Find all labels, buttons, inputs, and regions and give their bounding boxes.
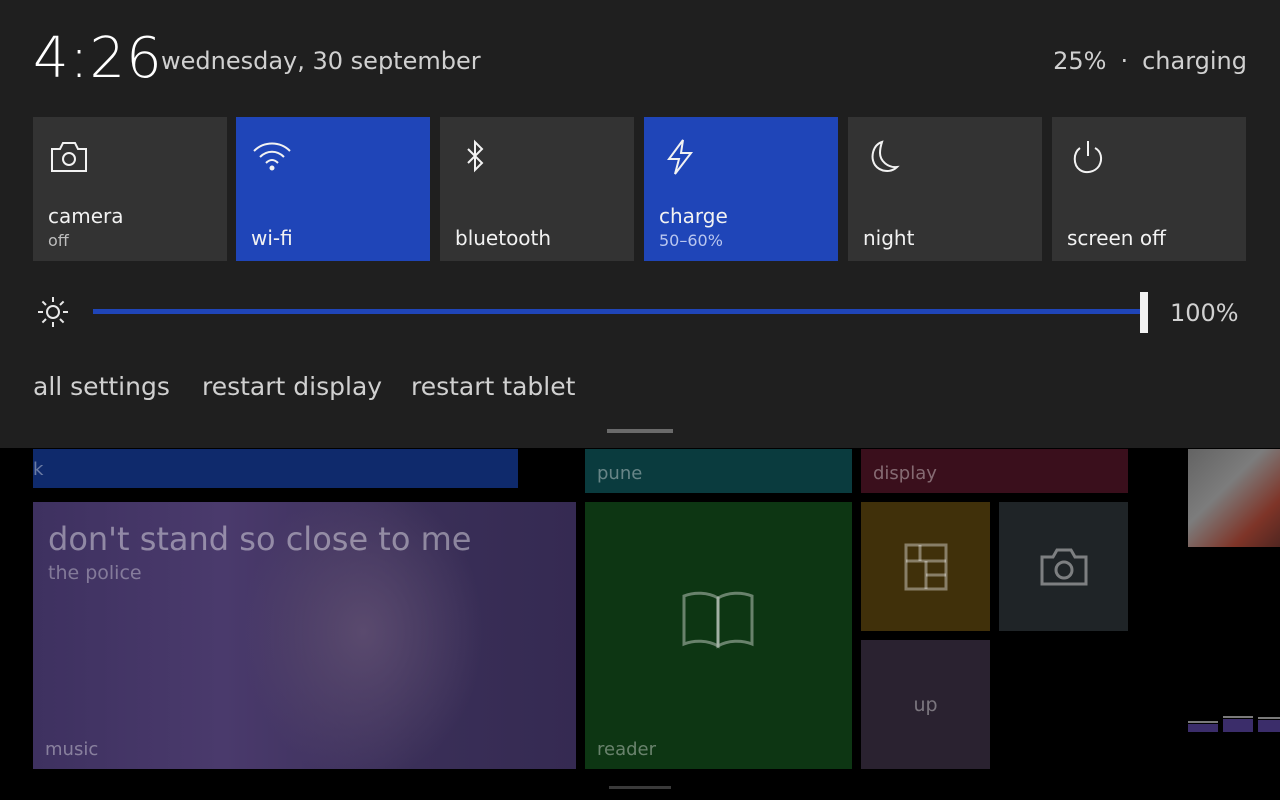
lightning-icon [667, 139, 694, 175]
tile-music[interactable]: don't stand so close to me the police mu… [33, 502, 576, 769]
wifi-icon [253, 142, 291, 171]
quick-action-night[interactable]: night [848, 117, 1042, 261]
power-icon [1073, 141, 1103, 174]
quick-action-camera-label: camera [48, 204, 124, 228]
music-track-title: don't stand so close to me [48, 520, 472, 558]
date: wednesday, 30 september [161, 47, 481, 75]
brightness-value: 100% [1170, 299, 1239, 327]
tile-display[interactable]: display [861, 449, 1128, 493]
tile-music-label: music [45, 739, 99, 760]
brightness-slider-track[interactable] [93, 309, 1143, 314]
bottom-handle [609, 786, 671, 789]
quick-action-bluetooth[interactable]: bluetooth [440, 117, 634, 261]
book-icon [682, 591, 754, 649]
tile-photo[interactable] [1188, 449, 1280, 547]
action-center-panel: 4:26 wednesday, 30 september 25% · chargin… [0, 0, 1280, 448]
moon-icon [871, 140, 900, 172]
quick-action-wifi-label: wi-fi [251, 226, 293, 250]
equalizer-bar [1188, 721, 1218, 732]
layout-icon [904, 543, 947, 590]
equalizer-bar [1223, 716, 1253, 732]
restart-display-link[interactable]: restart display [202, 372, 382, 401]
tile-pune-label: pune [597, 463, 643, 484]
battery-status: 25% · charging [1053, 47, 1247, 75]
quick-action-camera-status: off [48, 231, 69, 250]
bluetooth-icon [467, 139, 484, 173]
quick-action-screen-off-label: screen off [1067, 226, 1166, 250]
camera-icon [1040, 548, 1087, 585]
camera-icon [51, 142, 87, 172]
tile-up-label: up [913, 694, 938, 716]
quick-action-camera[interactable]: camera off [33, 117, 227, 261]
quick-action-wifi[interactable]: wi-fi [236, 117, 430, 261]
tile-layout[interactable] [861, 502, 990, 631]
quick-action-screen-off[interactable]: screen off [1052, 117, 1246, 261]
restart-tablet-link[interactable]: restart tablet [411, 372, 575, 401]
sun-icon [38, 297, 68, 327]
music-artist: the police [48, 562, 142, 584]
quick-action-charge-label: charge [659, 204, 728, 228]
tile-reader-label: reader [597, 739, 657, 760]
equalizer-bar [1258, 717, 1280, 732]
quick-action-night-label: night [863, 226, 915, 250]
tile-pune[interactable]: pune [585, 449, 852, 493]
all-settings-link[interactable]: all settings [33, 372, 170, 401]
quick-action-charge-status: 50–60% [659, 231, 723, 250]
tile-camera[interactable] [999, 502, 1128, 631]
equalizer-bars [1188, 712, 1280, 732]
tile-blue-label: k [33, 459, 44, 480]
battery-separator: · [1120, 47, 1129, 75]
panel-grip-handle[interactable] [607, 429, 673, 433]
tile-blue[interactable]: k [33, 449, 518, 488]
quick-action-charge[interactable]: charge 50–60% [644, 117, 838, 261]
tile-up[interactable]: up [861, 640, 990, 769]
tile-display-label: display [873, 463, 937, 484]
battery-state: charging [1142, 47, 1247, 75]
quick-action-bluetooth-label: bluetooth [455, 226, 552, 250]
battery-percent: 25% [1053, 47, 1107, 75]
brightness-slider-thumb[interactable] [1140, 292, 1148, 333]
clock: 4:26 [33, 26, 163, 91]
tile-reader[interactable]: reader [585, 502, 852, 769]
